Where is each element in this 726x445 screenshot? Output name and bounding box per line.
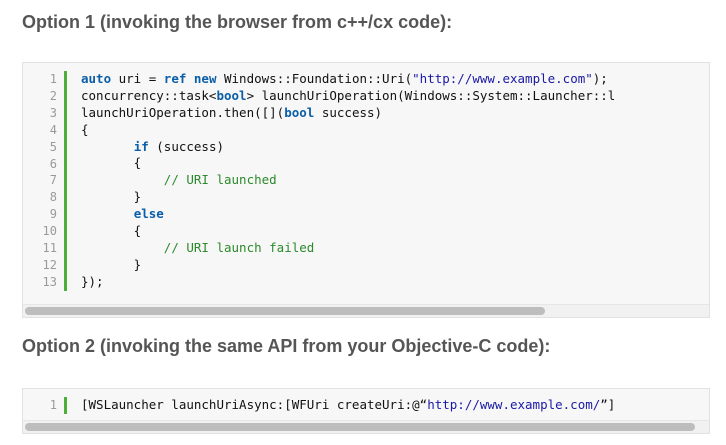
line-number: 2 bbox=[49, 88, 57, 103]
code-line: concurrency::task<bool> launchUriOperati… bbox=[81, 88, 709, 105]
code-line: auto uri = ref new Windows::Foundation::… bbox=[81, 71, 709, 88]
code-token: bool bbox=[284, 104, 315, 120]
code-token: if bbox=[133, 138, 149, 154]
line-number: 8 bbox=[49, 190, 57, 205]
code-line: if (success) bbox=[81, 139, 709, 156]
code-line: // URI launch failed bbox=[81, 240, 709, 257]
code-token: ref new bbox=[163, 71, 217, 86]
code-token: else bbox=[133, 206, 164, 222]
line-number: 10 bbox=[42, 224, 57, 239]
code-token: [WSLauncher launchUriAsync:[WFUri create… bbox=[81, 397, 428, 412]
code-line: { bbox=[81, 122, 709, 139]
code-line: launchUriOperation.then([](bool success) bbox=[81, 105, 709, 122]
code-line: { bbox=[81, 223, 709, 240]
line-number: 12 bbox=[42, 257, 57, 272]
line-number: 3 bbox=[49, 105, 57, 120]
code-token: success) bbox=[314, 104, 383, 120]
code-token: auto bbox=[81, 71, 112, 86]
line-number: 5 bbox=[49, 139, 57, 154]
line-number: 11 bbox=[42, 241, 57, 256]
code-token: bool bbox=[216, 87, 247, 103]
code-token: > launchUriOperation(Windows::System::La… bbox=[246, 87, 616, 103]
gutter-rule bbox=[64, 397, 67, 414]
code-token: uri = bbox=[111, 71, 164, 86]
line-number: 7 bbox=[49, 173, 57, 188]
line-number: 4 bbox=[49, 122, 57, 137]
scrollbar-thumb[interactable] bbox=[25, 307, 545, 315]
code-token: // URI launch failed bbox=[163, 239, 315, 255]
option2-heading: Option 2 (invoking the same API from you… bbox=[22, 336, 551, 356]
code-token: "http://www.example.com" bbox=[412, 71, 593, 86]
line-number-gutter: 1 bbox=[23, 397, 61, 414]
code-token: // URI launched bbox=[163, 172, 277, 188]
code-line: else bbox=[81, 206, 709, 223]
code-token: launchUriOperation.then([]( bbox=[81, 104, 285, 120]
option1-heading: Option 1 (invoking the browser from c++/… bbox=[22, 12, 453, 32]
gutter-rule bbox=[64, 71, 67, 291]
code-token: (success) bbox=[148, 138, 225, 154]
line-number: 13 bbox=[42, 274, 57, 289]
code-line: } bbox=[81, 257, 709, 274]
line-number-gutter: 1 2 3 4 5 6 7 8 9 10 11 12 13 bbox=[23, 71, 61, 291]
scrollbar-thumb[interactable] bbox=[25, 423, 695, 431]
code-token: ”] bbox=[600, 397, 616, 412]
code-content: auto uri = ref new Windows::Foundation::… bbox=[81, 71, 709, 291]
code-token: { bbox=[81, 223, 142, 239]
code-token: { bbox=[81, 155, 142, 171]
code-token: } bbox=[81, 189, 142, 205]
code-line: { bbox=[81, 155, 709, 172]
code-line: } bbox=[81, 189, 709, 206]
line-number: 9 bbox=[49, 207, 57, 222]
code-line: }); bbox=[81, 274, 709, 291]
code-token: }); bbox=[81, 273, 104, 289]
line-number: 6 bbox=[49, 156, 57, 171]
code-token: concurrency::task< bbox=[81, 87, 217, 103]
code-token: http://www.example.com/ bbox=[427, 397, 601, 412]
code-line: // URI launched bbox=[81, 172, 709, 189]
code-block-option2: 1 [WSLauncher launchUriAsync:[WFUri crea… bbox=[22, 388, 710, 434]
horizontal-scrollbar[interactable] bbox=[23, 304, 709, 317]
code-token: Windows::Foundation::Uri( bbox=[216, 71, 413, 86]
code-token: } bbox=[81, 256, 142, 272]
code-content: [WSLauncher launchUriAsync:[WFUri create… bbox=[81, 397, 709, 414]
code-line: [WSLauncher launchUriAsync:[WFUri create… bbox=[81, 397, 709, 414]
line-number: 1 bbox=[49, 398, 57, 412]
code-block-option1: 1 2 3 4 5 6 7 8 9 10 11 12 13 auto uri = ref new Win… bbox=[22, 62, 710, 318]
horizontal-scrollbar[interactable] bbox=[23, 420, 709, 433]
line-number: 1 bbox=[49, 72, 57, 86]
code-token: { bbox=[81, 121, 89, 137]
code-token: ); bbox=[592, 71, 608, 86]
